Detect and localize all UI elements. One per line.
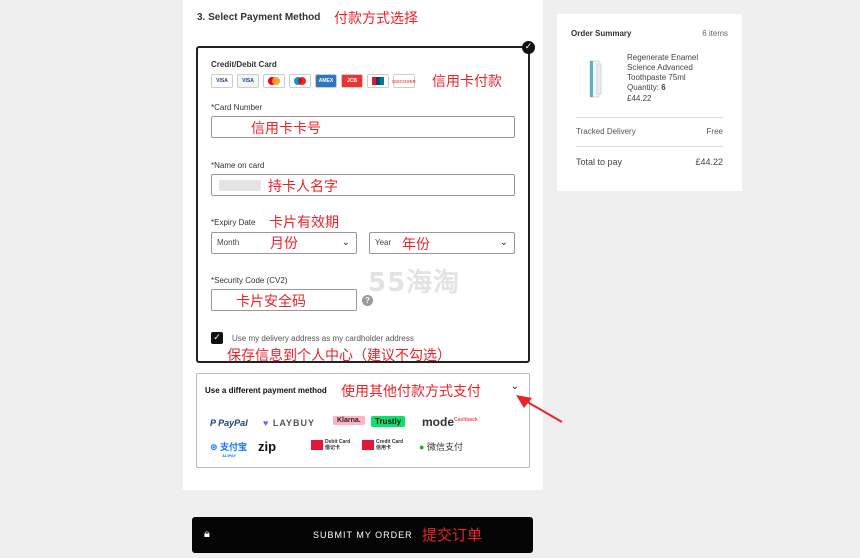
year-annotation: 年份 (402, 237, 430, 253)
trustly-logo: Trustly (371, 416, 406, 427)
jcb-icon: JCB (341, 74, 363, 88)
product-quantity: Quantity: 6 (627, 83, 666, 92)
mastercard-icon (263, 74, 285, 88)
selected-check-icon: ✓ (522, 41, 535, 54)
divider (576, 117, 723, 118)
alt-payment-label: Use a different payment method (205, 386, 327, 395)
klarna-logo: Klarna. (333, 416, 365, 425)
security-code-label: *Security Code (CV2) (211, 276, 288, 285)
arrow-annotation (516, 395, 563, 423)
expiry-year-select[interactable]: Year ⌄ (369, 232, 515, 254)
delivery-value: Free (706, 127, 723, 136)
product-price: £44.22 (627, 94, 652, 103)
alipay-logo: ⊕ 支付宝 ALIPAY (210, 442, 248, 458)
zip-logo: zip (258, 439, 277, 454)
discover-icon: DISCOVER (392, 74, 416, 88)
lock-icon: 🔒︎ (204, 527, 210, 540)
card-number-label: *Card Number (211, 103, 263, 112)
expiry-date-label: *Expiry Date (211, 218, 256, 227)
mode-logo: modeCashback (422, 415, 478, 429)
total-label: Total to pay (576, 157, 623, 167)
product-name[interactable]: Regenerate Enamel Science Advanced Tooth… (627, 53, 723, 83)
name-on-card-annotation: 持卡人名字 (268, 179, 338, 195)
redacted-name (219, 180, 261, 191)
order-summary-title: Order Summary (571, 29, 632, 38)
watermark: 55海淘 (368, 268, 461, 298)
name-on-card-label: *Name on card (211, 161, 265, 170)
product-image[interactable] (581, 58, 607, 100)
wechat-icon: ● (419, 442, 425, 452)
order-summary: Order Summary 6 items Regenerate Enamel … (557, 14, 742, 191)
security-code-annotation: 卡片安全码 (236, 294, 306, 310)
paypal-logo: P PayPal (210, 418, 248, 428)
alternative-payment-panel[interactable]: Use a different payment method 使用其他付款方式支… (196, 373, 530, 468)
chevron-down-icon[interactable]: ⌄ (511, 381, 519, 392)
alt-payment-annotation: 使用其他付款方式支付 (341, 384, 481, 400)
address-annotation: 保存信息到个人中心（建议不勾选） (227, 348, 451, 364)
divider (576, 146, 723, 147)
expiry-date-annotation: 卡片有效期 (269, 215, 339, 231)
card-logos: VISA VISA AMEX JCB DISCOVER (211, 74, 416, 88)
delivery-label: Tracked Delivery (576, 127, 636, 136)
unionpay-debit-logo: Debit Card 借记卡 (311, 439, 350, 451)
credit-card-option[interactable]: ✓ Credit/Debit Card VISA VISA AMEX JCB D… (196, 41, 535, 364)
section-title-annotation: 付款方式选择 (334, 11, 418, 27)
visa-electron-icon: VISA (237, 74, 259, 88)
visa-icon: VISA (211, 74, 233, 88)
laybuy-logo: ♥ LAYBUY (263, 418, 316, 428)
unionpay-icon (367, 74, 389, 88)
month-annotation: 月份 (270, 236, 298, 252)
submit-annotation: 提交订单 (422, 526, 483, 544)
card-number-annotation: 信用卡卡号 (251, 121, 321, 137)
amex-icon: AMEX (315, 74, 337, 88)
card-option-annotation: 信用卡付款 (432, 74, 502, 90)
chevron-down-icon: ⌄ (499, 237, 508, 248)
unionpay-credit-logo: Credit Card 信用卡 (362, 439, 403, 451)
wechat-pay-logo: ● 微信支付 (419, 442, 463, 452)
section-title: 3. Select Payment Method (197, 12, 321, 23)
item-count: 6 items (702, 29, 728, 38)
submit-order-button[interactable]: 🔒︎ SUBMIT MY ORDER 提交订单 (192, 517, 533, 553)
address-checkbox[interactable]: ✓ (211, 332, 223, 344)
address-checkbox-label: Use my delivery address as my cardholder… (232, 334, 414, 343)
name-on-card-input[interactable] (211, 174, 515, 196)
total-value: £44.22 (695, 157, 723, 167)
chevron-down-icon: ⌄ (341, 237, 350, 248)
card-option-label: Credit/Debit Card (211, 60, 277, 69)
maestro-icon (289, 74, 311, 88)
submit-order-label: SUBMIT MY ORDER (313, 530, 413, 540)
payment-panel: 3. Select Payment Method 付款方式选择 ✓ Credit… (183, 0, 543, 490)
